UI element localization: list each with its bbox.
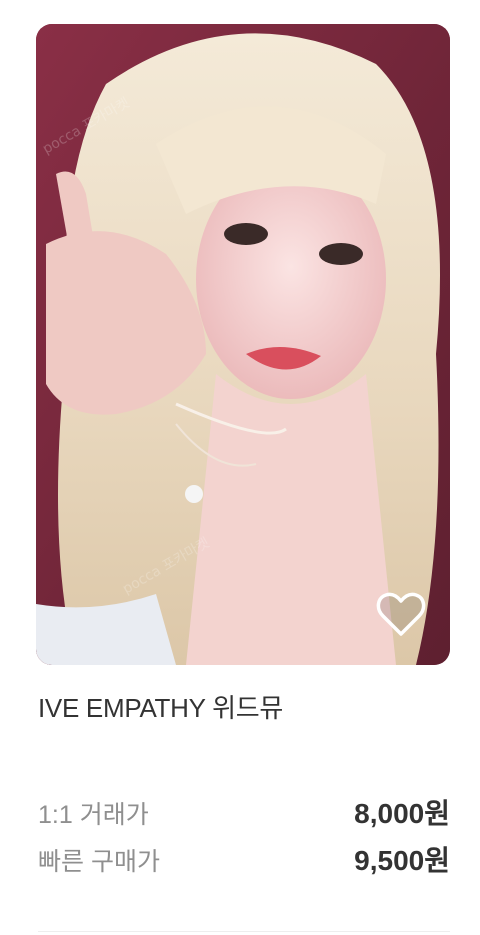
favorite-button[interactable]: [374, 589, 428, 639]
product-photo[interactable]: pocca 포카마켓 pocca 포카마켓: [36, 24, 450, 665]
price-row-quick-buy: 빠른 구매가 9,500원: [38, 839, 450, 879]
trade-price-label: 1:1 거래가: [38, 801, 149, 829]
quick-buy-price-value: 9,500원: [354, 845, 450, 876]
divider: [38, 931, 450, 932]
product-card[interactable]: pocca 포카마켓 pocca 포카마켓: [36, 24, 450, 665]
quick-buy-price-label: 빠른 구매가: [38, 848, 160, 876]
price-row-trade: 1:1 거래가 8,000원: [38, 792, 450, 832]
trade-price-value: 8,000원: [354, 798, 450, 829]
heart-outline-icon: [376, 592, 426, 636]
product-title: IVE EMPATHY 위드뮤: [38, 693, 283, 723]
